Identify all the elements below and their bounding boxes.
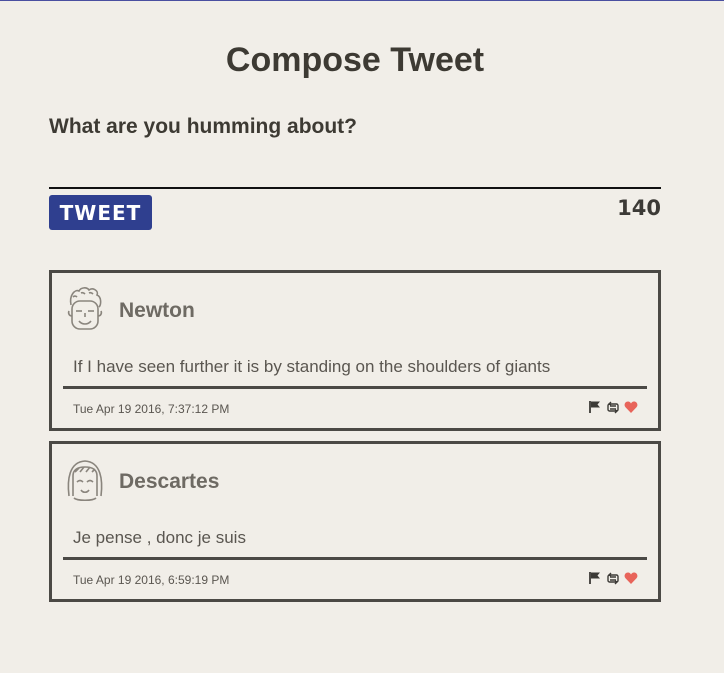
tweet-timestamp: Tue Apr 19 2016, 6:59:19 PM	[73, 573, 230, 587]
retweet-icon[interactable]	[606, 571, 620, 585]
page-title: Compose Tweet	[225, 41, 485, 79]
tweet-button[interactable]: TWEET	[49, 195, 152, 230]
curly-hair-avatar-icon	[65, 285, 105, 333]
tweet-text: Je pense , donc je suis	[73, 528, 246, 547]
compose-label: What are you humming about?	[49, 115, 357, 138]
char-counter: 140	[617, 196, 661, 220]
compose-input[interactable]	[49, 149, 661, 189]
bob-hair-avatar-icon	[65, 456, 105, 504]
tweet-card: Newton If I have seen further it is by s…	[49, 270, 661, 431]
heart-icon[interactable]	[624, 571, 638, 585]
heart-icon[interactable]	[624, 400, 638, 414]
tweet-text: If I have seen further it is by standing…	[73, 357, 551, 376]
flag-icon[interactable]	[588, 571, 602, 585]
tweet-author: Newton	[119, 299, 195, 322]
tweet-card: Descartes Je pense , donc je suis Tue Ap…	[49, 441, 661, 602]
tweet-timestamp: Tue Apr 19 2016, 7:37:12 PM	[73, 402, 230, 416]
tweet-divider	[63, 386, 647, 389]
tweet-actions	[588, 400, 638, 414]
tweet-actions	[588, 571, 638, 585]
tweet-divider	[63, 557, 647, 560]
retweet-icon[interactable]	[606, 400, 620, 414]
flag-icon[interactable]	[588, 400, 602, 414]
tweet-author: Descartes	[119, 470, 220, 493]
